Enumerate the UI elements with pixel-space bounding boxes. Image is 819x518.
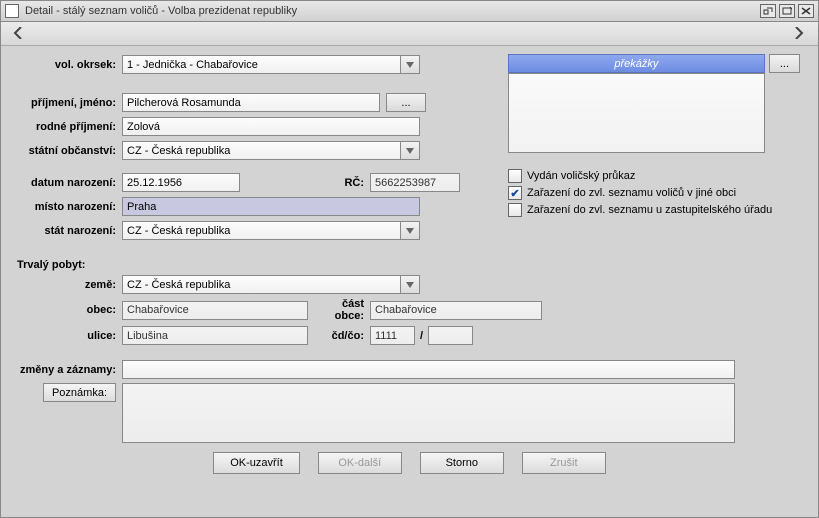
prijmeni-jmeno-input[interactable]: Pilcherová Rosamunda — [122, 93, 380, 112]
cb-zast-label: Zařazení do zvl. seznamu u zastupitelské… — [527, 204, 772, 216]
zmeny-zaznamy-input[interactable] — [122, 360, 735, 379]
obec-input[interactable]: Chabařovice — [122, 301, 308, 320]
zmeny-zaznamy-label: změny a záznamy: — [17, 364, 122, 376]
zeme-label: země: — [17, 279, 122, 291]
poznamka-button[interactable]: Poznámka: — [43, 383, 116, 402]
cd-co-label: čd/čo: — [308, 330, 370, 342]
prekazky-list[interactable] — [508, 73, 765, 153]
cb-zast-row[interactable]: Zařazení do zvl. seznamu u zastupitelské… — [508, 203, 800, 217]
detail-window: Detail - stálý seznam voličů - Volba pre… — [0, 0, 819, 518]
statni-obcanstvi-value[interactable]: CZ - Česká republika — [122, 141, 400, 160]
toolbar — [1, 22, 818, 46]
maximize-button[interactable] — [779, 4, 795, 18]
vol-okrsek-combo[interactable]: 1 - Jednička - Chabařovice — [122, 55, 420, 74]
prekazky-header[interactable]: překážky — [508, 54, 765, 73]
cb-vydan-row[interactable]: Vydán voličský průkaz — [508, 169, 800, 183]
rodne-prijmeni-input[interactable]: Zolová — [122, 117, 420, 136]
rodne-prijmeni-label: rodné příjmení: — [17, 121, 122, 133]
prijmeni-jmeno-lookup-button[interactable]: ... — [386, 93, 426, 112]
datum-narozeni-label: datum narození: — [17, 177, 122, 189]
stat-narozeni-combo[interactable]: CZ - Česká republika — [122, 221, 420, 240]
cd-input[interactable]: 1111 — [370, 326, 415, 345]
datum-narozeni-input[interactable]: 25.12.1956 — [122, 173, 240, 192]
rc-label: RČ: — [240, 177, 370, 189]
stat-narozeni-drop[interactable] — [400, 221, 420, 240]
vol-okrsek-value[interactable]: 1 - Jednička - Chabařovice — [122, 55, 400, 74]
cb-zast-checkbox[interactable] — [508, 203, 522, 217]
ulice-label: ulice: — [17, 330, 122, 342]
obec-label: obec: — [17, 304, 122, 316]
misto-narozeni-input[interactable]: Praha — [122, 197, 420, 216]
vol-okrsek-drop[interactable] — [400, 55, 420, 74]
cb-jine-checkbox[interactable]: ✔ — [508, 186, 522, 200]
ok-next-button[interactable]: OK-další — [318, 452, 402, 474]
ok-close-button[interactable]: OK-uzavřít — [213, 452, 300, 474]
prev-record-button[interactable] — [13, 27, 27, 41]
misto-narozeni-label: místo narození: — [17, 201, 122, 213]
rc-input[interactable]: 5662253987 — [370, 173, 460, 192]
minimize-button[interactable] — [760, 4, 776, 18]
cb-vydan-label: Vydán voličský průkaz — [527, 170, 635, 182]
cb-jine-label: Zařazení do zvl. seznamu voličů v jiné o… — [527, 187, 736, 199]
right-panel: překážky ... Vydán voličský průkaz ✔ Zař… — [508, 54, 800, 220]
zeme-combo[interactable]: CZ - Česká republika — [122, 275, 420, 294]
statni-obcanstvi-label: státní občanství: — [17, 145, 122, 157]
vol-okrsek-label: vol. okrsek: — [17, 59, 122, 71]
prekazky-edit-button[interactable]: ... — [769, 54, 800, 73]
cast-obce-input[interactable]: Chabařovice — [370, 301, 542, 320]
storno-button[interactable]: Storno — [420, 452, 504, 474]
co-input[interactable] — [428, 326, 473, 345]
zeme-value[interactable]: CZ - Česká republika — [122, 275, 400, 294]
zeme-drop[interactable] — [400, 275, 420, 294]
cast-obce-label: část obce: — [308, 298, 370, 322]
trvaly-pobyt-label: Trvalý pobyt: — [17, 259, 802, 271]
form-content: vol. okrsek: 1 - Jednička - Chabařovice … — [1, 46, 818, 484]
delete-button[interactable]: Zrušit — [522, 452, 606, 474]
ulice-input[interactable]: Libušina — [122, 326, 308, 345]
window-title: Detail - stálý seznam voličů - Volba pre… — [25, 5, 757, 17]
cb-vydan-checkbox[interactable] — [508, 169, 522, 183]
statni-obcanstvi-combo[interactable]: CZ - Česká republika — [122, 141, 420, 160]
cd-co-sep: / — [415, 330, 428, 342]
prijmeni-jmeno-label: příjmení, jméno: — [17, 97, 122, 109]
button-bar: OK-uzavřít OK-další Storno Zrušit — [1, 452, 818, 474]
titlebar: Detail - stálý seznam voličů - Volba pre… — [1, 1, 818, 22]
statni-obcanstvi-drop[interactable] — [400, 141, 420, 160]
poznamka-textarea[interactable] — [122, 383, 735, 443]
window-icon — [5, 4, 19, 18]
close-button[interactable] — [798, 4, 814, 18]
stat-narozeni-value[interactable]: CZ - Česká republika — [122, 221, 400, 240]
stat-narozeni-label: stát narození: — [17, 225, 122, 237]
next-record-button[interactable] — [792, 27, 806, 41]
cb-jine-row[interactable]: ✔ Zařazení do zvl. seznamu voličů v jiné… — [508, 186, 800, 200]
